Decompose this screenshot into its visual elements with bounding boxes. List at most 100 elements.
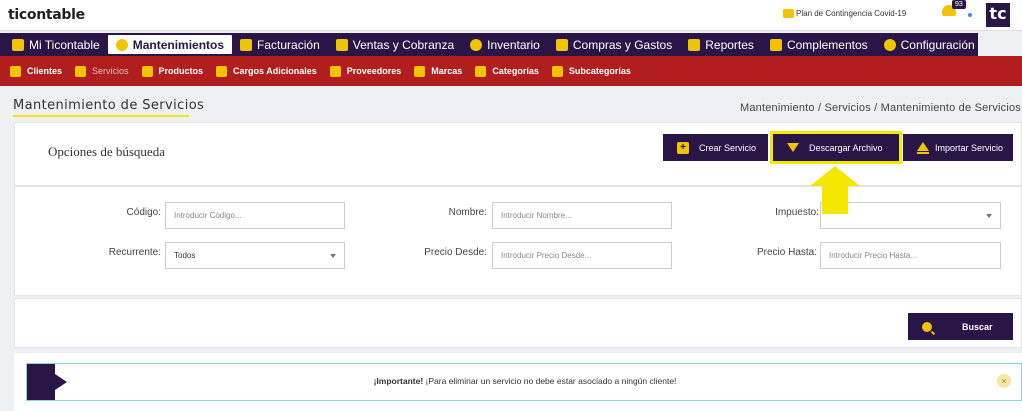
- subnav-item-marcas[interactable]: Marcas: [414, 65, 471, 77]
- alert-text: ¡Para eliminar un servicio no debe estar…: [423, 376, 677, 386]
- plus-icon: +: [677, 141, 689, 154]
- search-options-card: Opciones de búsqueda + Crear Servicio De…: [14, 122, 1022, 186]
- import-service-button[interactable]: Importar Servicio: [903, 134, 1013, 161]
- chevron-down-icon: [986, 213, 992, 218]
- arrow-shaft: [822, 186, 848, 214]
- subnav-label: Cargos Adicionales: [233, 66, 317, 76]
- contingency-link[interactable]: Plan de Contingencia Covid-19: [783, 9, 906, 18]
- filter-form-card: Código: Nombre: Impuesto: Recurrente: To…: [14, 186, 1022, 296]
- nav-label: Complementos: [786, 37, 868, 52]
- recurrente-select[interactable]: Todos: [165, 242, 345, 269]
- nav-item-facturacion[interactable]: Facturación: [232, 35, 328, 54]
- cart-icon: [555, 38, 568, 51]
- nav-item-mi-ticontable[interactable]: Mi Ticontable: [4, 35, 108, 54]
- download-file-button[interactable]: Descargar Archivo: [770, 131, 902, 164]
- nav-label: Inventario: [487, 37, 540, 52]
- main-nav: Mi Ticontable Mantenimientos Facturación…: [0, 33, 978, 56]
- brand-logo[interactable]: tc: [986, 3, 1010, 27]
- nav-label: Facturación: [257, 37, 320, 52]
- chevron-down-icon: [330, 253, 336, 258]
- download-icon: [787, 143, 799, 152]
- create-service-button[interactable]: + Crear Servicio: [663, 134, 768, 161]
- reports-icon: [688, 38, 701, 51]
- breadcrumb: Mantenimiento / Servicios / Mantenimient…: [739, 102, 1021, 114]
- clients-icon: [10, 65, 21, 77]
- options-title: Opciones de búsqueda: [48, 144, 165, 159]
- nav-label: Reportes: [705, 37, 754, 52]
- sub-nav: Clientes Servicios Productos Cargos Adic…: [0, 56, 1022, 86]
- nav-item-reportes[interactable]: Reportes: [680, 35, 762, 54]
- categories-icon: [475, 65, 487, 77]
- search-icon: [922, 321, 932, 332]
- nav-item-inventario[interactable]: Inventario: [462, 35, 548, 54]
- subnav-label: Subcategorías: [568, 66, 631, 76]
- impuesto-label: Impuesto:: [775, 207, 819, 218]
- search-button[interactable]: Buscar: [908, 313, 1013, 340]
- nav-item-mantenimientos[interactable]: Mantenimientos: [107, 35, 233, 54]
- products-icon: [141, 65, 153, 77]
- download-file-label: Descargar Archivo: [809, 142, 883, 153]
- create-service-label: Crear Servicio: [699, 142, 757, 153]
- subnav-item-clientes[interactable]: Clientes: [10, 65, 71, 77]
- precio-desde-input[interactable]: [492, 242, 672, 269]
- recurrente-value: Todos: [174, 251, 196, 260]
- search-label: Buscar: [962, 321, 993, 332]
- subnav-item-servicios[interactable]: Servicios: [75, 65, 138, 77]
- close-icon[interactable]: ×: [997, 374, 1011, 388]
- recurrente-label: Recurrente:: [108, 247, 161, 258]
- precio-hasta-input[interactable]: [820, 242, 1001, 269]
- subnav-label: Servicios: [92, 66, 129, 76]
- subnav-label: Categorías: [492, 66, 539, 76]
- subnav-item-proveedores[interactable]: Proveedores: [329, 65, 411, 77]
- alert-card: ¡Importante! ¡Para eliminar un servicio …: [14, 353, 1022, 411]
- nav-item-complementos[interactable]: Complementos: [762, 35, 876, 54]
- subnav-item-categorias[interactable]: Categorías: [475, 65, 548, 77]
- flag-icon: [414, 65, 426, 77]
- subnav-label: Productos: [158, 66, 204, 76]
- search-actions-card: Buscar: [14, 298, 1022, 348]
- inventory-icon: [470, 38, 483, 51]
- charges-icon: [216, 65, 228, 77]
- alert-message: ¡Importante! ¡Para eliminar un servicio …: [27, 376, 1022, 386]
- important-alert: ¡Importante! ¡Para eliminar un servicio …: [26, 363, 1022, 401]
- import-service-label: Importar Servicio: [934, 142, 1003, 153]
- invoice-icon: [240, 38, 253, 51]
- services-icon: [75, 65, 87, 77]
- arrow-head: [810, 166, 860, 186]
- nav-item-ventas[interactable]: Ventas y Cobranza: [328, 35, 462, 54]
- nombre-input[interactable]: [492, 202, 672, 229]
- settings-icon: [883, 38, 896, 51]
- gear-icon: [115, 38, 128, 51]
- precio-desde-label: Precio Desde:: [424, 247, 487, 258]
- nav-label: Mi Ticontable: [29, 37, 100, 52]
- nav-label: Compras y Gastos: [572, 37, 673, 52]
- nav-item-compras[interactable]: Compras y Gastos: [548, 35, 680, 54]
- highlight-arrow-icon: [810, 166, 860, 216]
- suppliers-icon: [329, 65, 341, 77]
- precio-hasta-label: Precio Hasta:: [756, 247, 817, 258]
- codigo-input[interactable]: [165, 202, 345, 229]
- page-header: Mantenimiento de Servicios Mantenimiento…: [0, 90, 1022, 122]
- subnav-item-productos[interactable]: Productos: [141, 65, 213, 77]
- subnav-item-subcategorias[interactable]: Subcategorías: [551, 65, 640, 77]
- nav-label: Ventas y Cobranza: [352, 37, 455, 52]
- nav-item-configuracion[interactable]: Configuración: [876, 35, 983, 54]
- title-highlight: [13, 115, 189, 117]
- subnav-item-cargos[interactable]: Cargos Adicionales: [216, 65, 326, 77]
- subnav-label: Proveedores: [346, 66, 402, 76]
- alert-icon: [783, 9, 794, 18]
- nav-label: Mantenimientos: [132, 37, 225, 52]
- contingency-label: Plan de Contingencia Covid-19: [796, 9, 907, 18]
- upload-icon: [917, 141, 929, 154]
- home-icon: [12, 38, 24, 51]
- top-bar: ticontable Plan de Contingencia Covid-19…: [0, 0, 1022, 31]
- sales-icon: [335, 38, 348, 51]
- status-dot: [968, 13, 972, 17]
- subnav-label: Clientes: [27, 66, 63, 76]
- page-title: Mantenimiento de Servicios: [13, 98, 205, 113]
- subnav-label: Marcas: [431, 66, 463, 76]
- nombre-label: Nombre:: [448, 207, 487, 218]
- subcategories-icon: [551, 65, 563, 77]
- nav-label: Configuración: [900, 37, 975, 52]
- app-logo[interactable]: ticontable: [8, 7, 85, 23]
